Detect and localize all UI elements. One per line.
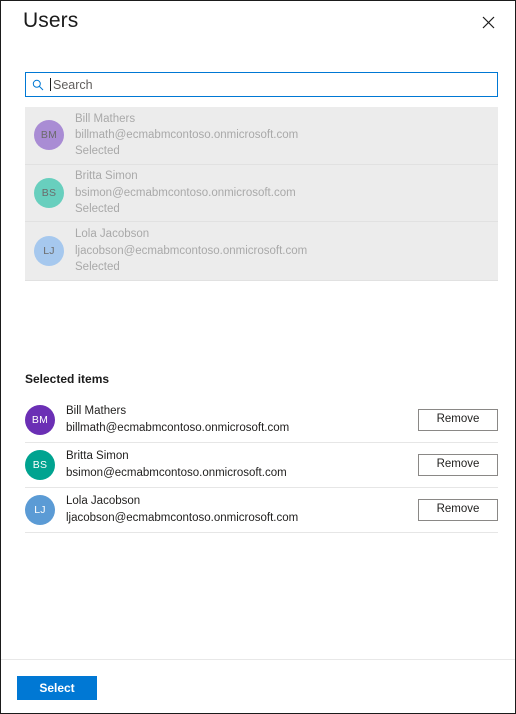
selected-item-row: BM Bill Mathers billmath@ecmabmcontoso.o… xyxy=(25,398,498,443)
remove-button[interactable]: Remove xyxy=(418,499,498,521)
select-button[interactable]: Select xyxy=(17,676,97,700)
user-email: bsimon@ecmabmcontoso.onmicrosoft.com xyxy=(75,186,296,199)
user-email: billmath@ecmabmcontoso.onmicrosoft.com xyxy=(66,422,290,434)
selected-item-text: Bill Mathers billmath@ecmabmcontoso.onmi… xyxy=(66,403,418,436)
user-name: Bill Mathers xyxy=(75,112,136,125)
remove-button[interactable]: Remove xyxy=(418,409,498,431)
close-icon xyxy=(482,16,495,29)
user-email: billmath@ecmabmcontoso.onmicrosoft.com xyxy=(75,129,299,142)
selected-item-text: Lola Jacobson ljacobson@ecmabmcontoso.on… xyxy=(66,493,418,526)
user-name: Britta Simon xyxy=(75,170,138,183)
panel-header: Users xyxy=(1,1,515,53)
selected-item-row: BS Britta Simon bsimon@ecmabmcontoso.onm… xyxy=(25,443,498,488)
avatar: LJ xyxy=(34,235,64,266)
footer-divider xyxy=(1,659,515,660)
avatar: BS xyxy=(25,450,55,480)
selected-items-list: BM Bill Mathers billmath@ecmabmcontoso.o… xyxy=(25,398,498,533)
user-name: Lola Jacobson xyxy=(75,228,150,241)
list-item-text: Britta Simon bsimon@ecmabmcontoso.onmicr… xyxy=(75,168,296,217)
search-results-list: BM Bill Mathers billmath@ecmabmcontoso.o… xyxy=(25,107,498,281)
status-badge: Selected xyxy=(75,202,120,215)
status-badge: Selected xyxy=(75,260,120,273)
status-badge: Selected xyxy=(75,145,120,158)
remove-button[interactable]: Remove xyxy=(418,454,498,476)
user-name: Lola Jacobson xyxy=(66,495,141,508)
avatar: LJ xyxy=(25,495,55,525)
list-item-text: Lola Jacobson ljacobson@ecmabmcontoso.on… xyxy=(75,226,307,275)
user-email: bsimon@ecmabmcontoso.onmicrosoft.com xyxy=(66,467,287,479)
avatar: BS xyxy=(34,177,64,208)
avatar: BM xyxy=(25,405,55,435)
search-icon xyxy=(26,79,50,91)
page-title: Users xyxy=(23,9,79,32)
avatar: BM xyxy=(34,120,64,151)
selected-item-text: Britta Simon bsimon@ecmabmcontoso.onmicr… xyxy=(66,448,418,481)
users-picker-panel: Users BM Bill Mathers billmat xyxy=(0,0,516,714)
list-item[interactable]: BS Britta Simon bsimon@ecmabmcontoso.onm… xyxy=(25,165,498,222)
list-item[interactable]: BM Bill Mathers billmath@ecmabmcontoso.o… xyxy=(25,107,498,165)
user-email: ljacobson@ecmabmcontoso.onmicrosoft.com xyxy=(75,244,308,257)
list-item[interactable]: LJ Lola Jacobson ljacobson@ecmabmcontoso… xyxy=(25,222,498,280)
user-email: ljacobson@ecmabmcontoso.onmicrosoft.com xyxy=(66,512,299,524)
selected-item-row: LJ Lola Jacobson ljacobson@ecmabmcontoso… xyxy=(25,488,498,533)
search-input[interactable] xyxy=(51,73,497,96)
search-box[interactable] xyxy=(25,72,498,97)
user-name: Bill Mathers xyxy=(66,405,127,418)
user-name: Britta Simon xyxy=(66,450,129,463)
close-button[interactable] xyxy=(475,9,501,35)
list-item-text: Bill Mathers billmath@ecmabmcontoso.onmi… xyxy=(75,111,298,160)
selected-items-heading: Selected items xyxy=(25,372,110,386)
